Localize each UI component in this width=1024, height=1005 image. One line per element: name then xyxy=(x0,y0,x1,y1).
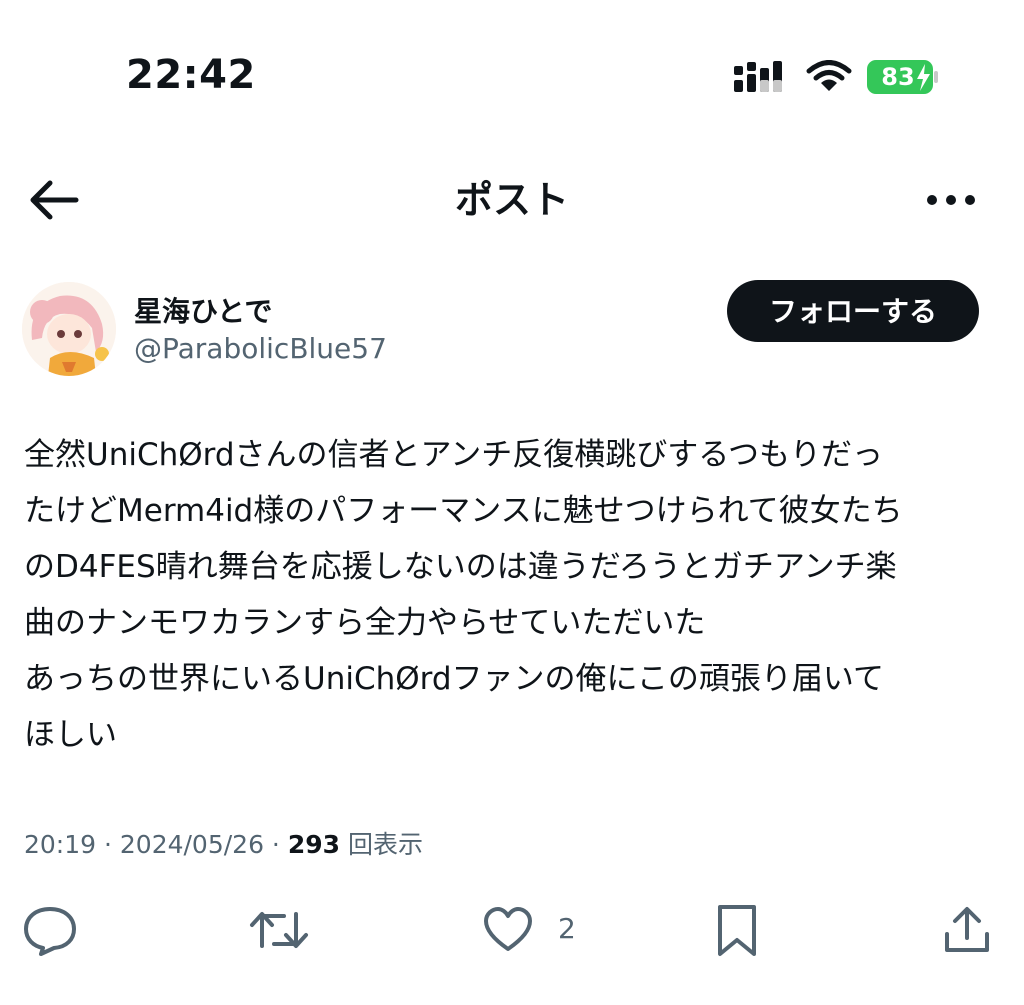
battery-percentage: 83 xyxy=(881,63,915,91)
share-icon xyxy=(945,907,989,952)
repost-button[interactable] xyxy=(248,900,310,960)
views-label: 回表示 xyxy=(347,830,423,859)
page-title: ポスト xyxy=(454,178,569,222)
meta-separator: · xyxy=(96,830,120,859)
post-meta: 20:19 · 2024/05/26 · 293 回表示 xyxy=(24,828,423,862)
author-display-name[interactable]: 星海ひとで xyxy=(134,290,272,330)
status-bar: 22:42 83 xyxy=(0,0,1024,150)
post-time[interactable]: 20:19 xyxy=(24,830,96,859)
heart-icon xyxy=(484,907,532,951)
like-count: 2 xyxy=(558,912,576,945)
status-time: 22:42 xyxy=(126,52,256,98)
reply-icon xyxy=(24,907,76,956)
repost-icon xyxy=(250,912,308,948)
avatar[interactable] xyxy=(22,282,116,376)
post-text: 全然UniChØrdさんの信者とアンチ反復横跳びするつもりだっ たけどMerm4… xyxy=(24,437,903,753)
battery-charging-icon: 83 xyxy=(867,60,939,94)
author-handle[interactable]: @ParabolicBlue57 xyxy=(134,332,387,365)
share-button[interactable] xyxy=(942,900,992,960)
bookmark-icon xyxy=(718,905,756,956)
follow-button[interactable]: フォローする xyxy=(727,280,979,342)
action-bar: 2 xyxy=(0,900,1024,960)
views-count: 293 xyxy=(287,830,341,859)
post-date[interactable]: 2024/05/26 xyxy=(120,830,264,859)
wifi-icon xyxy=(806,60,852,91)
cellular-signal-icon xyxy=(734,61,782,92)
more-button[interactable] xyxy=(920,180,982,220)
nav-bar: ポスト xyxy=(0,160,1024,240)
bookmark-button[interactable] xyxy=(714,900,760,960)
meta-separator: · xyxy=(263,830,288,859)
reply-button[interactable] xyxy=(22,900,78,960)
more-horizontal-icon xyxy=(927,195,975,205)
